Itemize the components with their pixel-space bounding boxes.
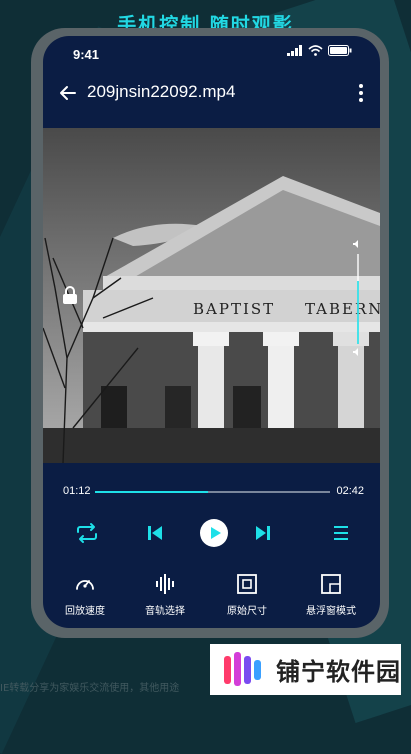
signal-icon	[287, 45, 302, 56]
playback-speed-button[interactable]: 回放速度	[45, 574, 125, 617]
building-sign-left: BAPTIST	[193, 300, 275, 318]
float-window-button[interactable]: 悬浮窗模式	[291, 574, 371, 617]
wifi-icon	[308, 45, 323, 56]
next-track-icon[interactable]	[255, 524, 271, 542]
previous-track-icon[interactable]	[147, 524, 163, 542]
watermark-logo: 铺宁软件园	[210, 644, 401, 695]
speedometer-icon	[76, 580, 94, 590]
feature-label: 原始尺寸	[227, 606, 267, 617]
feature-label: 回放速度	[65, 606, 105, 617]
battery-icon	[328, 45, 352, 56]
feature-bar: 回放速度 音轨选择 原始尺寸 悬浮窗模式	[43, 574, 380, 624]
current-time: 01:12	[63, 485, 91, 497]
watermark-caption: IE转载分享为家娱乐交流使用，其他用途	[0, 683, 180, 694]
audio-track-button[interactable]: 音轨选择	[125, 574, 205, 617]
more-options-icon[interactable]	[358, 82, 364, 104]
lock-icon[interactable]	[59, 284, 81, 306]
phone-screen: 9:41 209jnsin22092.mp4 BAPTIST TABERN 01…	[43, 36, 380, 628]
play-button[interactable]	[200, 519, 228, 547]
playback-controls	[43, 516, 380, 560]
float-window-icon	[321, 574, 341, 594]
status-time: 9:41	[73, 47, 100, 62]
volume-high-icon	[353, 240, 358, 248]
brand-logo-icon	[224, 652, 261, 686]
play-icon	[211, 527, 221, 539]
video-title: 209jnsin22092.mp4	[87, 82, 236, 101]
video-image: BAPTIST TABERNA	[43, 128, 380, 463]
playback-progress: 01:12 02:42	[43, 482, 380, 502]
video-frame[interactable]: BAPTIST TABERNA	[43, 128, 380, 463]
phone-frame: 9:41 209jnsin22092.mp4 BAPTIST TABERN 01…	[31, 28, 389, 638]
seek-bar-fill	[95, 491, 208, 493]
repeat-icon[interactable]	[73, 522, 101, 544]
status-icons	[287, 45, 352, 56]
volume-low-icon	[353, 348, 358, 356]
feature-label: 音轨选择	[145, 606, 185, 617]
seek-bar[interactable]	[95, 491, 330, 493]
duration-time: 02:42	[336, 485, 364, 497]
watermark-brand: 铺宁软件园	[276, 658, 401, 686]
app-bar: 209jnsin22092.mp4	[43, 74, 380, 114]
audio-wave-icon	[156, 574, 174, 594]
volume-slider[interactable]	[350, 238, 366, 358]
status-bar: 9:41	[43, 36, 380, 66]
back-arrow-icon[interactable]	[57, 82, 79, 104]
building-sign-right: TABERNA	[305, 300, 380, 318]
original-size-icon	[237, 574, 257, 594]
feature-label: 悬浮窗模式	[306, 606, 356, 617]
original-size-button[interactable]: 原始尺寸	[207, 574, 287, 617]
playlist-icon[interactable]	[333, 524, 349, 542]
